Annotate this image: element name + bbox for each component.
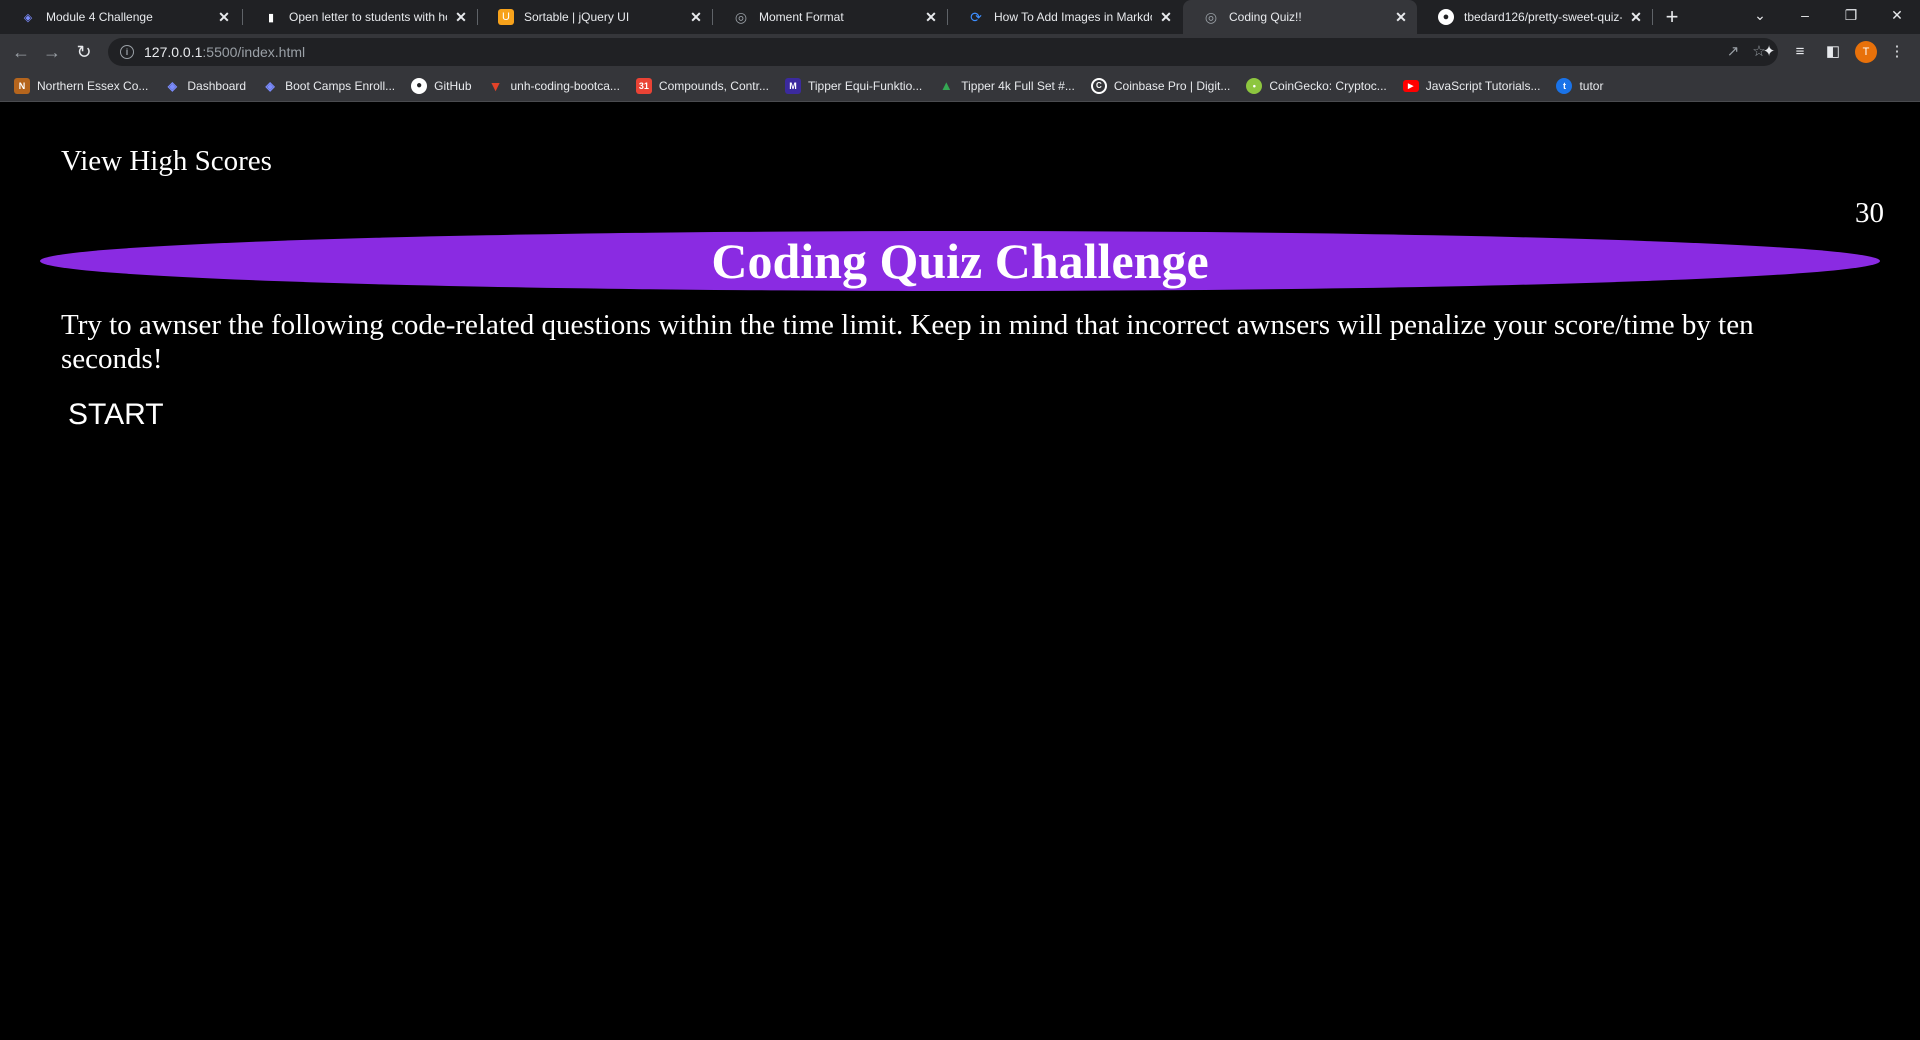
profile-avatar[interactable]: T	[1855, 41, 1877, 63]
menu-kebab-icon[interactable]: ⋮	[1886, 41, 1908, 63]
bookmark-label: GitHub	[434, 78, 472, 93]
gitlab-icon: ▼	[488, 77, 503, 94]
bookmark-label: Northern Essex Co...	[37, 78, 149, 93]
close-icon[interactable]: ✕	[216, 9, 232, 25]
calendar-icon: 31	[635, 77, 652, 94]
side-panel-icon[interactable]: ◧	[1822, 41, 1844, 63]
bookmark-label: Boot Camps Enroll...	[285, 78, 396, 93]
tab-title: Moment Format	[759, 10, 844, 24]
bookmark-label: unh-coding-bootca...	[510, 78, 620, 93]
bookmark-label: tutor	[1579, 78, 1604, 93]
quiz-timer: 30	[1855, 197, 1884, 229]
bookmark-tipper-4k[interactable]: ▲ Tipper 4k Full Set #...	[938, 78, 1075, 94]
url-host: 127.0.0.1	[144, 44, 203, 60]
tab-title: Open letter to students with ho	[289, 10, 447, 24]
digitalocean-icon: ⟳	[970, 8, 982, 25]
bookmark-unh-coding-bootcamp[interactable]: ▼ unh-coding-bootca...	[488, 78, 620, 94]
school-icon: N	[14, 77, 30, 94]
tab-coding-quiz[interactable]: ◎ Coding Quiz!! ✕	[1183, 0, 1417, 34]
close-icon[interactable]: ✕	[923, 9, 939, 25]
title-banner: Coding Quiz Challenge	[40, 231, 1880, 291]
close-icon[interactable]: ✕	[453, 9, 469, 25]
reload-icon[interactable]: ↻	[72, 40, 96, 64]
close-icon[interactable]: ✕	[1158, 9, 1174, 25]
view-high-scores-link[interactable]: View High Scores	[61, 145, 272, 178]
globe-icon: ◎	[1204, 8, 1218, 25]
tutor-icon: t	[1556, 77, 1573, 94]
tab-strip: ◈ Module 4 Challenge ✕ ▮ Open letter to …	[0, 0, 1920, 34]
github-icon: ●	[411, 77, 428, 94]
bookmark-coingecko[interactable]: • CoinGecko: Cryptoc...	[1246, 77, 1387, 94]
drive-icon: ▲	[939, 78, 953, 93]
bookmark-northern-essex[interactable]: N Northern Essex Co...	[14, 77, 149, 94]
bookmark-label: Coinbase Pro | Digit...	[1113, 78, 1231, 93]
tab-title: Module 4 Challenge	[46, 10, 153, 24]
bookmark-coinbase-pro[interactable]: C Coinbase Pro | Digit...	[1090, 77, 1231, 94]
close-icon[interactable]: ✕	[1628, 9, 1644, 25]
bookmark-label: Compounds, Contr...	[658, 78, 769, 93]
bootcamp-icon: ◈	[265, 78, 275, 93]
bootcamp-icon: ◈	[23, 11, 33, 24]
tab-github-repo[interactable]: ● tbedard126/pretty-sweet-quiz-c ✕	[1418, 0, 1652, 34]
bookmark-boot-camps-enroll[interactable]: ◈ Boot Camps Enroll...	[262, 78, 395, 94]
reading-list-icon[interactable]: ≡	[1789, 41, 1811, 63]
bookmark-label: CoinGecko: Cryptoc...	[1269, 78, 1387, 93]
bootcamp-icon: ◈	[167, 78, 177, 93]
close-icon[interactable]: ✕	[1393, 9, 1409, 25]
forward-icon[interactable]: →	[40, 40, 64, 64]
quiz-instructions: Try to awnser the following code-related…	[61, 309, 1754, 375]
share-icon[interactable]: ↗	[1722, 38, 1744, 66]
coingecko-icon: •	[1246, 77, 1263, 94]
bookmark-label: JavaScript Tutorials...	[1425, 78, 1541, 93]
tab-markdown-images[interactable]: ⟳ How To Add Images in Markdow ✕	[948, 0, 1182, 34]
bookmark-label: Tipper 4k Full Set #...	[961, 78, 1075, 93]
extensions-icon[interactable]: ✦	[1758, 41, 1780, 63]
bookmark-javascript-tutorials[interactable]: ▶ JavaScript Tutorials...	[1402, 78, 1541, 93]
bookmark-tutor[interactable]: t tutor	[1556, 77, 1604, 94]
browser-toolbar: ← → ↻ i 127.0.0.1:5500/index.html ↗ ☆ ✦ …	[0, 34, 1920, 70]
close-icon[interactable]: ✕	[688, 9, 704, 25]
tab-title: Sortable | jQuery UI	[524, 10, 630, 24]
tab-title: tbedard126/pretty-sweet-quiz-c	[1464, 10, 1622, 24]
youtube-icon: ▶	[1402, 79, 1419, 92]
bookmark-label: Dashboard	[187, 78, 247, 93]
restore-icon[interactable]: ❐	[1828, 0, 1874, 30]
globe-icon: ◎	[734, 8, 748, 25]
page-title: Coding Quiz Challenge	[711, 233, 1209, 289]
jquery-ui-icon: U	[498, 9, 514, 25]
minimize-icon[interactable]: –	[1782, 0, 1828, 30]
back-icon[interactable]: ←	[9, 40, 33, 64]
address-bar[interactable]: i 127.0.0.1:5500/index.html ↗ ☆	[108, 38, 1778, 66]
tab-separator	[1652, 9, 1653, 25]
document-icon: ▮	[267, 11, 275, 24]
bookmark-github[interactable]: ● GitHub	[411, 77, 472, 94]
bookmark-dashboard[interactable]: ◈ Dashboard	[164, 78, 246, 94]
site-info-icon[interactable]: i	[120, 45, 134, 59]
github-icon: ●	[1438, 9, 1454, 25]
bookmark-label: Tipper Equi-Funktio...	[807, 78, 923, 93]
tab-moment-format[interactable]: ◎ Moment Format ✕	[713, 0, 947, 34]
new-tab-button[interactable]: +	[1660, 5, 1684, 29]
url-path: :5500/index.html	[202, 44, 306, 60]
coinbase-icon: C	[1090, 77, 1107, 94]
tab-sortable-jquery-ui[interactable]: U Sortable | jQuery UI ✕	[478, 0, 712, 34]
bookmark-compounds[interactable]: 31 Compounds, Contr...	[635, 77, 769, 94]
window-close-icon[interactable]: ✕	[1874, 0, 1920, 30]
page-content: View High Scores 30 Coding Quiz Challeng…	[0, 103, 1920, 1040]
bookmark-tipper-equi[interactable]: M Tipper Equi-Funktio...	[784, 77, 923, 94]
tipper-icon: M	[784, 77, 801, 94]
tab-open-letter[interactable]: ▮ Open letter to students with ho ✕	[243, 0, 477, 34]
bookmarks-bar: N Northern Essex Co... ◈ Dashboard ◈ Boo…	[0, 70, 1920, 102]
tab-search-icon[interactable]: ⌄	[1737, 0, 1783, 30]
tab-title: How To Add Images in Markdow	[994, 10, 1152, 24]
tab-module-4-challenge[interactable]: ◈ Module 4 Challenge ✕	[0, 0, 240, 34]
tab-title: Coding Quiz!!	[1229, 10, 1302, 24]
start-button[interactable]: START	[60, 396, 172, 434]
